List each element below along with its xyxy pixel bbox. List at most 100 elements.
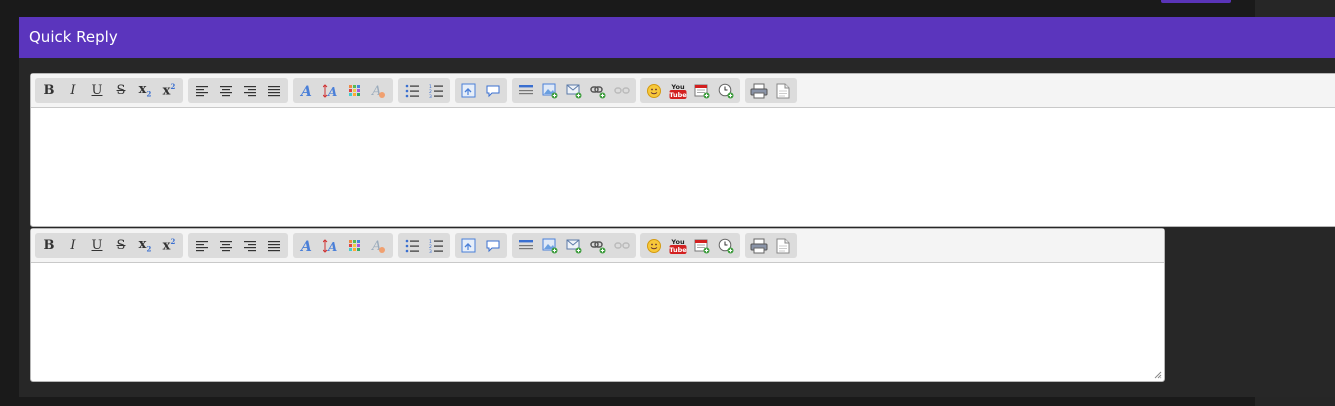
date-icon [694,238,710,254]
superscript-icon: x2 [162,82,176,99]
toolbar-group [455,78,507,103]
emoticon-icon [646,238,662,254]
bullet-list-button[interactable] [400,80,424,102]
editor-toolbar: B I U Sx2 x2 A A A 1 2 3 You Tube [31,229,1164,263]
print-button[interactable] [747,80,771,102]
svg-text:3: 3 [429,94,432,98]
editor-2: B I U Sx2 x2 A A A 1 2 3 You Tube [30,228,1165,382]
emoticon-button[interactable] [642,80,666,102]
underline-icon: U [91,83,103,98]
svg-text:A: A [299,239,312,254]
toolbar-group [188,78,288,103]
align-right-button[interactable] [238,80,262,102]
superscript-button[interactable]: x2 [157,80,181,102]
horizontal-rule-button[interactable] [514,235,538,257]
time-button[interactable] [714,235,738,257]
code-icon [461,238,477,254]
image-button[interactable] [538,235,562,257]
italic-icon: I [70,238,76,253]
subscript-button[interactable]: x2 [133,80,157,102]
time-button[interactable] [714,80,738,102]
top-button-edge[interactable] [1161,0,1231,3]
resize-grip-icon[interactable] [1154,371,1162,379]
numbered-list-button[interactable]: 123 [424,235,448,257]
toolbar-group: 123 [398,78,450,103]
editor-text-area[interactable] [31,263,1164,381]
email-button[interactable] [562,80,586,102]
text-color-icon [348,239,362,253]
link-button[interactable] [586,235,610,257]
numbered-list-button[interactable]: 123 [424,80,448,102]
email-button[interactable] [562,235,586,257]
print-icon [750,238,768,254]
numbered-list-icon: 123 [429,239,444,253]
image-button[interactable] [538,80,562,102]
bullet-list-button[interactable] [400,235,424,257]
bold-button[interactable]: B [37,235,61,257]
link-button[interactable] [586,80,610,102]
align-left-button[interactable] [190,80,214,102]
remove-format-button[interactable]: A [367,235,391,257]
code-icon [461,83,477,99]
align-right-icon [243,240,257,252]
subscript-button[interactable]: x2 [133,235,157,257]
italic-button[interactable]: I [61,80,85,102]
superscript-button[interactable]: x2 [157,235,181,257]
code-button[interactable] [457,80,481,102]
toolbar-group: B I U Sx2 x2 [35,233,183,258]
numbered-list-icon: 123 [429,84,444,98]
text-color-button[interactable] [343,235,367,257]
date-button[interactable] [690,235,714,257]
underline-button[interactable]: U [85,235,109,257]
image-icon [542,83,558,99]
align-left-button[interactable] [190,235,214,257]
svg-text:You: You [670,83,685,91]
bold-button[interactable]: B [37,80,61,102]
source-button[interactable] [771,235,795,257]
toolbar-group [512,78,636,103]
toolbar-group [455,233,507,258]
justify-button[interactable] [262,235,286,257]
subscript-icon: x2 [138,237,152,254]
underline-icon: U [91,238,103,253]
editor-text-area[interactable] [31,108,1335,226]
print-icon [750,83,768,99]
unlink-button[interactable] [610,80,634,102]
text-color-button[interactable] [343,80,367,102]
date-button[interactable] [690,80,714,102]
toolbar-group: 123 [398,233,450,258]
underline-button[interactable]: U [85,80,109,102]
quote-button[interactable] [481,235,505,257]
font-face-button[interactable]: A [295,235,319,257]
quote-icon [485,239,501,253]
strikethrough-button[interactable]: S [109,235,133,257]
horizontal-rule-icon [518,239,534,253]
svg-text:Tube: Tube [669,91,687,99]
svg-text:A: A [327,85,337,99]
toolbar-group [745,233,797,258]
strikethrough-button[interactable]: S [109,80,133,102]
print-button[interactable] [747,235,771,257]
unlink-button[interactable] [610,235,634,257]
quote-button[interactable] [481,80,505,102]
emoticon-button[interactable] [642,235,666,257]
font-face-button[interactable]: A [295,80,319,102]
remove-format-button[interactable]: A [367,80,391,102]
subscript-icon: x2 [138,82,152,99]
align-center-button[interactable] [214,235,238,257]
italic-button[interactable]: I [61,235,85,257]
youtube-button[interactable]: You Tube [666,235,690,257]
toolbar-group: AAA [293,78,393,103]
email-icon [566,238,582,254]
font-size-button[interactable]: A [319,80,343,102]
svg-text:3: 3 [429,249,432,253]
align-right-button[interactable] [238,235,262,257]
align-center-button[interactable] [214,80,238,102]
font-size-button[interactable]: A [319,235,343,257]
code-button[interactable] [457,235,481,257]
justify-button[interactable] [262,80,286,102]
youtube-button[interactable]: You Tube [666,80,690,102]
link-icon [590,83,606,99]
source-button[interactable] [771,80,795,102]
horizontal-rule-button[interactable] [514,80,538,102]
